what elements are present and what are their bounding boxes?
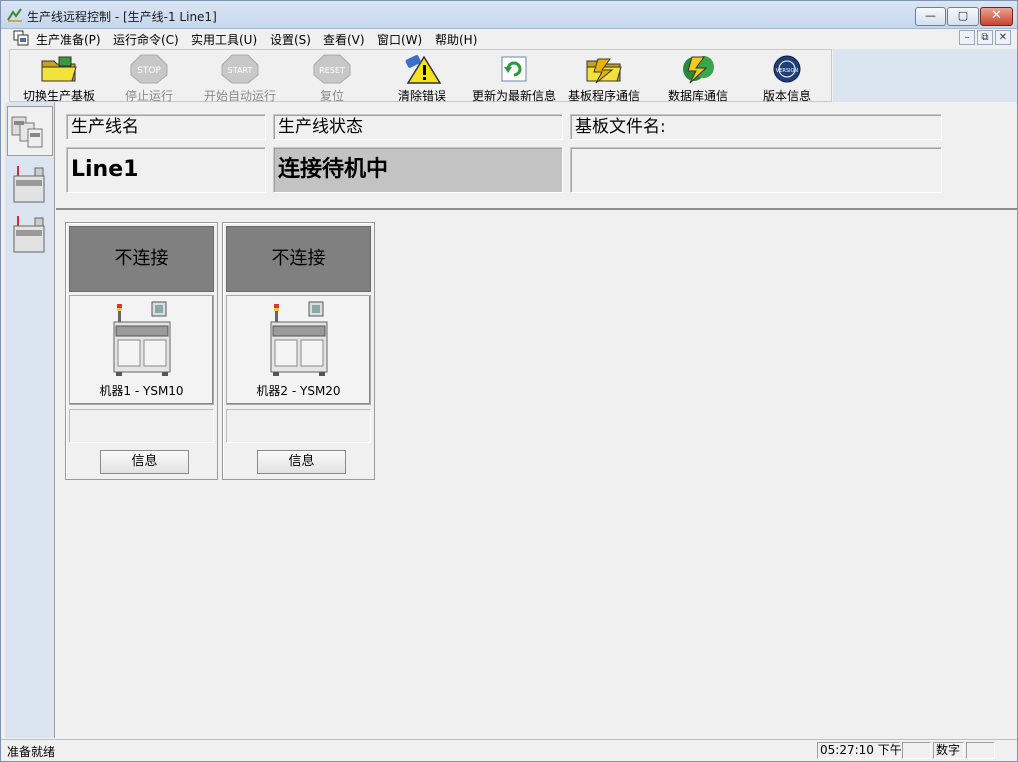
mdi-close-button[interactable]: ✕	[995, 30, 1011, 45]
maximize-icon: ▢	[957, 9, 969, 22]
refresh-button[interactable]: 更新为最新信息	[468, 50, 560, 103]
mdi-minimize-button[interactable]: –	[959, 30, 975, 45]
version-icon: VERSION	[773, 55, 801, 83]
reset-icon-text: RESET	[319, 66, 345, 75]
app-icon	[7, 8, 22, 22]
machine-message-area	[69, 409, 214, 443]
board-comm-button[interactable]: 基板程序通信	[566, 50, 642, 103]
line-status-value: 连接待机中	[273, 147, 563, 193]
line-name-header: 生产线名	[66, 114, 266, 140]
database-comm-icon	[683, 56, 714, 84]
toolbar: 切换生产基板 STOP 停止运行 START 开始自动运行 RESET 复位 清…	[9, 49, 832, 103]
mdi-restore-button[interactable]: ⧉	[977, 30, 993, 45]
clear-error-button[interactable]: 清除错误	[390, 50, 454, 103]
version-button[interactable]: VERSION 版本信息	[754, 50, 820, 103]
machine-icon	[13, 166, 45, 203]
info-button[interactable]: 信息	[257, 450, 346, 474]
stop-icon-text: STOP	[137, 66, 161, 76]
board-file-header: 基板文件名:	[570, 114, 942, 140]
stop-icon: STOP	[130, 54, 168, 84]
status-time: 05:27:10 下午	[817, 742, 902, 759]
menu-run-command[interactable]: 运行命令(C)	[113, 31, 179, 48]
window-title: 生产线远程控制 - [生产线-1 Line1]	[27, 10, 217, 24]
folder-icon	[41, 56, 77, 82]
line-status-header: 生产线状态	[273, 114, 563, 140]
start-icon-text: START	[228, 66, 253, 75]
menu-production-prep[interactable]: 生产准备(P)	[36, 31, 101, 48]
menu-view[interactable]: 查看(V)	[323, 31, 365, 48]
database-comm-button[interactable]: 数据库通信	[660, 50, 736, 103]
machine-name: 机器2 - YSM20	[256, 384, 341, 398]
child-window-icon[interactable]	[13, 30, 29, 46]
board-comm-icon	[586, 58, 622, 84]
line-info-strip: 生产线名 生产线状态 基板文件名: Line1 连接待机中	[56, 102, 1017, 210]
minimize-button[interactable]: —	[915, 7, 946, 26]
mounter-machine-icon	[113, 301, 171, 376]
reset-icon: RESET	[313, 54, 351, 84]
menu-utilities[interactable]: 实用工具(U)	[191, 31, 257, 48]
menu-bar: 生产准备(P) 运行命令(C) 实用工具(U) 设置(S) 查看(V) 窗口(W…	[1, 29, 1017, 48]
machine-status: 不连接	[69, 226, 214, 292]
status-caps	[902, 742, 931, 759]
line-view-button[interactable]	[7, 106, 53, 156]
start-auto-button[interactable]: START 开始自动运行	[196, 50, 284, 103]
menu-settings[interactable]: 设置(S)	[270, 31, 311, 48]
machine-status: 不连接	[226, 226, 371, 292]
machine-name: 机器1 - YSM10	[99, 384, 184, 398]
status-message: 准备就绪	[7, 745, 56, 759]
machine-picture[interactable]: 机器2 - YSM20	[226, 295, 371, 405]
machine-message-area	[226, 409, 371, 443]
close-button[interactable]: ✕	[980, 7, 1013, 26]
board-file-value	[570, 147, 942, 193]
start-icon: START	[221, 54, 259, 84]
minimize-icon: —	[925, 9, 936, 22]
status-bar: 准备就绪 05:27:10 下午 数字	[1, 739, 1017, 761]
menu-window[interactable]: 窗口(W)	[377, 31, 422, 48]
machine-view-panel	[5, 102, 55, 738]
main-window: 生产线远程控制 - [生产线-1 Line1] — ▢ ✕ 生产准备(P) 运行…	[0, 0, 1018, 762]
machine-card-2: 不连接 机器2 - YSM20 信息	[222, 222, 375, 480]
machine-picture[interactable]: 机器1 - YSM10	[69, 295, 214, 405]
maximize-button[interactable]: ▢	[947, 7, 979, 26]
status-scroll	[966, 742, 995, 759]
machine2-view-button[interactable]	[7, 212, 53, 262]
production-line-icon	[11, 116, 43, 148]
refresh-icon	[501, 56, 527, 82]
machine-card-1: 不连接 机器1 - YSM10 信息	[65, 222, 218, 480]
mounter-machine-icon	[270, 301, 328, 376]
toolbar-empty-area	[833, 49, 1017, 102]
line-name-value: Line1	[66, 147, 266, 193]
title-bar[interactable]: 生产线远程控制 - [生产线-1 Line1] — ▢ ✕	[1, 1, 1017, 29]
info-button[interactable]: 信息	[100, 450, 189, 474]
menu-help[interactable]: 帮助(H)	[435, 31, 477, 48]
reset-button[interactable]: RESET 复位	[302, 50, 362, 103]
close-icon: ✕	[991, 8, 1002, 23]
stop-button[interactable]: STOP 停止运行	[114, 50, 184, 103]
machine1-view-button[interactable]	[7, 162, 53, 212]
version-icon-text: VERSION	[776, 68, 799, 74]
line-status-view: 生产线名 生产线状态 基板文件名: Line1 连接待机中 不连接 机器1 - …	[56, 102, 1017, 738]
status-num-lock: 数字	[933, 742, 964, 759]
resize-grip[interactable]	[1001, 746, 1013, 758]
switch-board-button[interactable]: 切换生产基板	[14, 50, 104, 103]
clear-error-icon	[405, 55, 442, 84]
machine-icon	[13, 216, 45, 253]
